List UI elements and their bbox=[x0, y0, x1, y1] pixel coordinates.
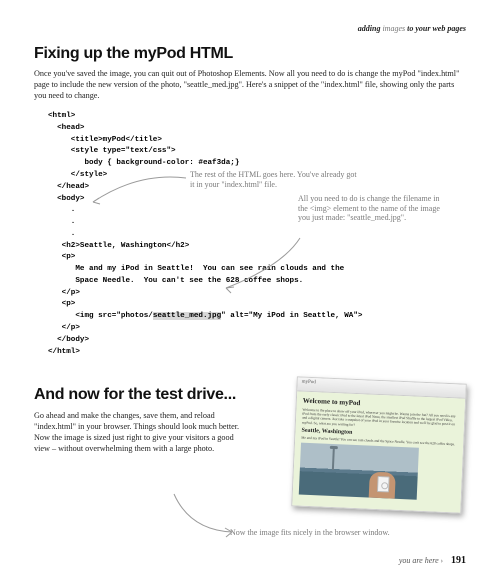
page-number: 191 bbox=[451, 555, 466, 566]
seattle-photo bbox=[299, 443, 419, 500]
space-needle-icon bbox=[332, 448, 335, 470]
arrow-2 bbox=[222, 236, 312, 296]
highlighted-filename: seattle_med.jpg bbox=[153, 312, 221, 320]
page-footer: you are here › 191 bbox=[399, 555, 466, 566]
annotation-change-filename: All you need to do is change the filenam… bbox=[298, 194, 448, 223]
arrow-3 bbox=[170, 490, 240, 540]
ipod-icon bbox=[377, 476, 390, 493]
section1-title: Fixing up the myPod HTML bbox=[34, 45, 466, 63]
annotation-rest-html: The rest of the HTML goes here. You've a… bbox=[190, 170, 360, 189]
section2-intro: Go ahead and make the changes, save them… bbox=[34, 410, 244, 454]
annotation-fits-nicely: Now the image fits nicely in the browser… bbox=[230, 528, 450, 538]
chevron-right-icon: › bbox=[441, 557, 443, 565]
code-snippet: <html> <head> <title>myPod</title> <styl… bbox=[48, 111, 466, 358]
arrow-1 bbox=[88, 170, 188, 210]
browser-screenshot: myPod Welcome to myPod Welcome to the pl… bbox=[291, 376, 467, 513]
running-header: adding images to your web pages bbox=[34, 24, 466, 33]
section1-intro: Once you've saved the image, you can qui… bbox=[34, 68, 466, 101]
